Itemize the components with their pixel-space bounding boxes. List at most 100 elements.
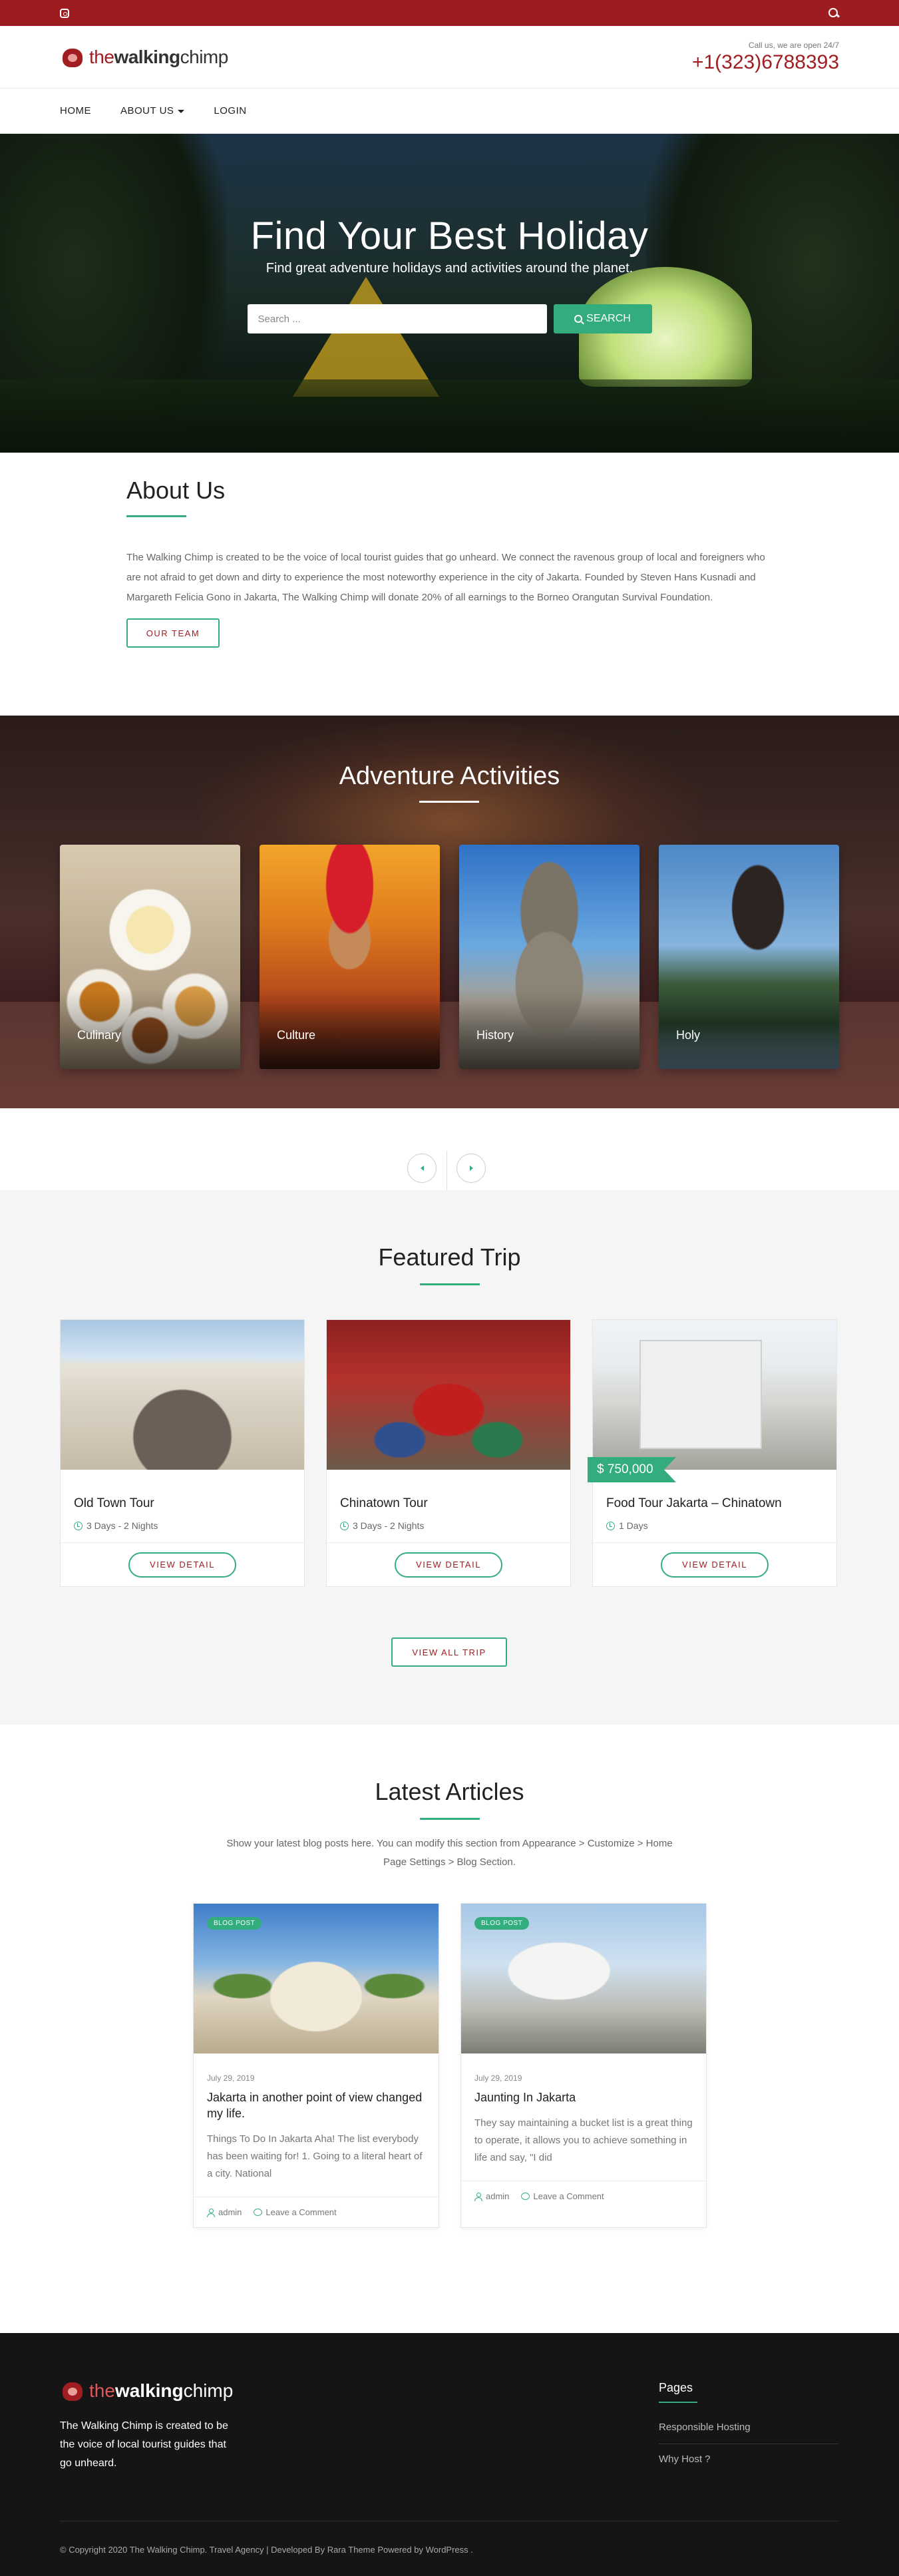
chevron-right-icon: [469, 1166, 473, 1171]
view-detail-button[interactable]: VIEW DETAIL: [661, 1552, 769, 1578]
search-icon: [574, 315, 583, 323]
trip-card-food-tour[interactable]: $ 750,000 Food Tour Jakarta – Chinatown …: [588, 1319, 837, 1587]
hero-subtitle: Find great adventure holidays and activi…: [266, 261, 633, 276]
about-section: About Us The Walking Chimp is created to…: [0, 453, 899, 716]
blog-post-badge[interactable]: BLOG POST: [474, 1917, 530, 1930]
article-comment-link[interactable]: Leave a Comment: [254, 2207, 337, 2217]
phone-number[interactable]: +1(323)6788393: [692, 51, 839, 74]
price-tag: $ 750,000: [588, 1457, 675, 1482]
activity-label: Culinary: [77, 1028, 122, 1042]
article-image[interactable]: BLOG POST: [194, 1904, 439, 2053]
view-detail-button[interactable]: VIEW DETAIL: [128, 1552, 236, 1578]
trip-duration: 3 Days - 2 Nights: [74, 1520, 304, 1531]
footer-link-why-host[interactable]: Why Host ?: [659, 2444, 838, 2475]
view-all-trip-button[interactable]: VIEW ALL TRIP: [391, 1637, 507, 1667]
article-cards: BLOG POST July 29, 2019 Jakarta in anoth…: [193, 1903, 707, 2228]
logo-text-chimp: chimp: [183, 2380, 234, 2401]
trip-card-chinatown[interactable]: Chinatown Tour 3 Days - 2 Nights VIEW DE…: [326, 1319, 571, 1587]
view-detail-button[interactable]: VIEW DETAIL: [395, 1552, 502, 1578]
article-meta: admin Leave a Comment: [461, 2181, 706, 2211]
article-excerpt: Things To Do In Jakarta Aha! The list ev…: [207, 2133, 423, 2179]
footer-pages-widget: Pages Responsible Hosting Why Host ?: [659, 2381, 838, 2475]
title-underline: [419, 1818, 480, 1820]
logo-text-walking: walking: [114, 46, 180, 67]
hero-search-input[interactable]: [247, 304, 547, 333]
hero-search-form: SEARCH: [0, 304, 899, 333]
our-team-button[interactable]: OUR TEAM: [126, 618, 220, 648]
comment-label: Leave a Comment: [266, 2207, 337, 2217]
carousel-next-button[interactable]: [456, 1154, 486, 1183]
activity-card-culture[interactable]: Culture: [260, 845, 440, 1069]
article-excerpt: They say maintaining a bucket list is a …: [474, 2117, 693, 2163]
clock-icon: [606, 1521, 615, 1530]
trip-image[interactable]: [327, 1320, 570, 1470]
clock-icon: [74, 1521, 83, 1530]
trip-duration-text: 1 Days: [619, 1520, 648, 1531]
hero-content: Find Your Best Holiday Find great advent…: [0, 214, 899, 333]
trip-card-footer: VIEW DETAIL: [593, 1542, 836, 1586]
footer-link-responsible-hosting[interactable]: Responsible Hosting: [659, 2412, 838, 2444]
user-icon: [207, 2208, 215, 2217]
chevron-left-icon: [420, 1166, 424, 1171]
title-underline: [419, 801, 479, 803]
search-icon[interactable]: [828, 7, 839, 19]
trip-cards: Old Town Tour 3 Days - 2 Nights VIEW DET…: [60, 1319, 837, 1587]
article-image[interactable]: BLOG POST: [461, 1904, 706, 2053]
trip-image[interactable]: [593, 1320, 836, 1470]
search-button-label: SEARCH: [586, 313, 631, 324]
nav-login[interactable]: LOGIN: [214, 105, 246, 116]
activities-section: Adventure Activities Culinary Culture Hi…: [0, 716, 899, 1197]
activity-card-holy[interactable]: Holy: [659, 845, 839, 1069]
nav-about-us[interactable]: ABOUT US: [120, 105, 185, 116]
article-card: BLOG POST July 29, 2019 Jaunting In Jaka…: [460, 1903, 707, 2228]
main-navigation: HOME ABOUT US LOGIN: [0, 89, 899, 134]
author-name: admin: [218, 2207, 242, 2217]
logo-text-the: the: [89, 46, 114, 67]
hero-search-button[interactable]: SEARCH: [553, 304, 652, 333]
title-underline: [659, 2402, 697, 2403]
activity-card-culinary[interactable]: Culinary: [60, 845, 240, 1069]
nav-home[interactable]: HOME: [60, 105, 91, 116]
instagram-icon[interactable]: [60, 8, 69, 18]
about-text: The Walking Chimp is created to be the v…: [126, 552, 765, 603]
article-date[interactable]: July 29, 2019: [207, 2073, 439, 2083]
featured-trip-section: Featured Trip Old Town Tour 3 Days - 2 N…: [0, 1190, 899, 1725]
trip-duration: 3 Days - 2 Nights: [340, 1520, 570, 1531]
comment-icon: [521, 2193, 530, 2200]
trip-title[interactable]: Old Town Tour: [74, 1496, 304, 1511]
trip-title[interactable]: Chinatown Tour: [340, 1496, 570, 1511]
articles-title: Latest Articles: [375, 1778, 524, 1805]
trip-image[interactable]: [61, 1320, 304, 1470]
nav-about-us-label: ABOUT US: [120, 105, 174, 116]
footer-copyright: © Copyright 2020 The Walking Chimp. Trav…: [60, 2545, 473, 2555]
logo-text-walking: walking: [114, 2380, 184, 2401]
site-logo[interactable]: thewalkingchimp: [60, 45, 228, 70]
trip-title[interactable]: Food Tour Jakarta – Chinatown: [606, 1496, 836, 1511]
title-underline: [419, 1283, 480, 1285]
activity-card-history[interactable]: History: [459, 845, 639, 1069]
activity-label: History: [476, 1028, 514, 1042]
activities-title: Adventure Activities: [339, 762, 560, 790]
logo-text-the: the: [89, 2380, 115, 2401]
activity-cards: Culinary Culture History Holy: [60, 845, 839, 1069]
about-title: About Us: [126, 477, 226, 504]
trip-duration: 1 Days: [606, 1520, 836, 1531]
trip-card-old-town[interactable]: Old Town Tour 3 Days - 2 Nights VIEW DET…: [60, 1319, 305, 1587]
article-title[interactable]: Jaunting In Jakarta: [474, 2089, 693, 2105]
logo-text: thewalkingchimp: [89, 47, 228, 68]
blog-post-badge[interactable]: BLOG POST: [207, 1917, 262, 1930]
article-date[interactable]: July 29, 2019: [474, 2073, 706, 2083]
article-title[interactable]: Jakarta in another point of view changed…: [207, 2089, 425, 2121]
contact-info: Call us, we are open 24/7 +1(323)6788393: [692, 41, 839, 74]
article-author[interactable]: admin: [207, 2207, 242, 2217]
articles-intro: Show your latest blog posts here. You ca…: [226, 1838, 673, 1868]
article-author[interactable]: admin: [474, 2191, 509, 2201]
activity-label: Holy: [676, 1028, 701, 1042]
hero-title: Find Your Best Holiday: [250, 214, 649, 258]
carousel-prev-button[interactable]: [407, 1154, 437, 1183]
call-us-text: Call us, we are open 24/7: [748, 40, 839, 50]
footer-logo[interactable]: thewalkingchimp: [60, 2378, 233, 2404]
footer-pages-title: Pages: [659, 2381, 693, 2394]
latest-articles-section: Latest Articles Show your latest blog po…: [0, 1725, 899, 2347]
article-comment-link[interactable]: Leave a Comment: [521, 2191, 604, 2201]
